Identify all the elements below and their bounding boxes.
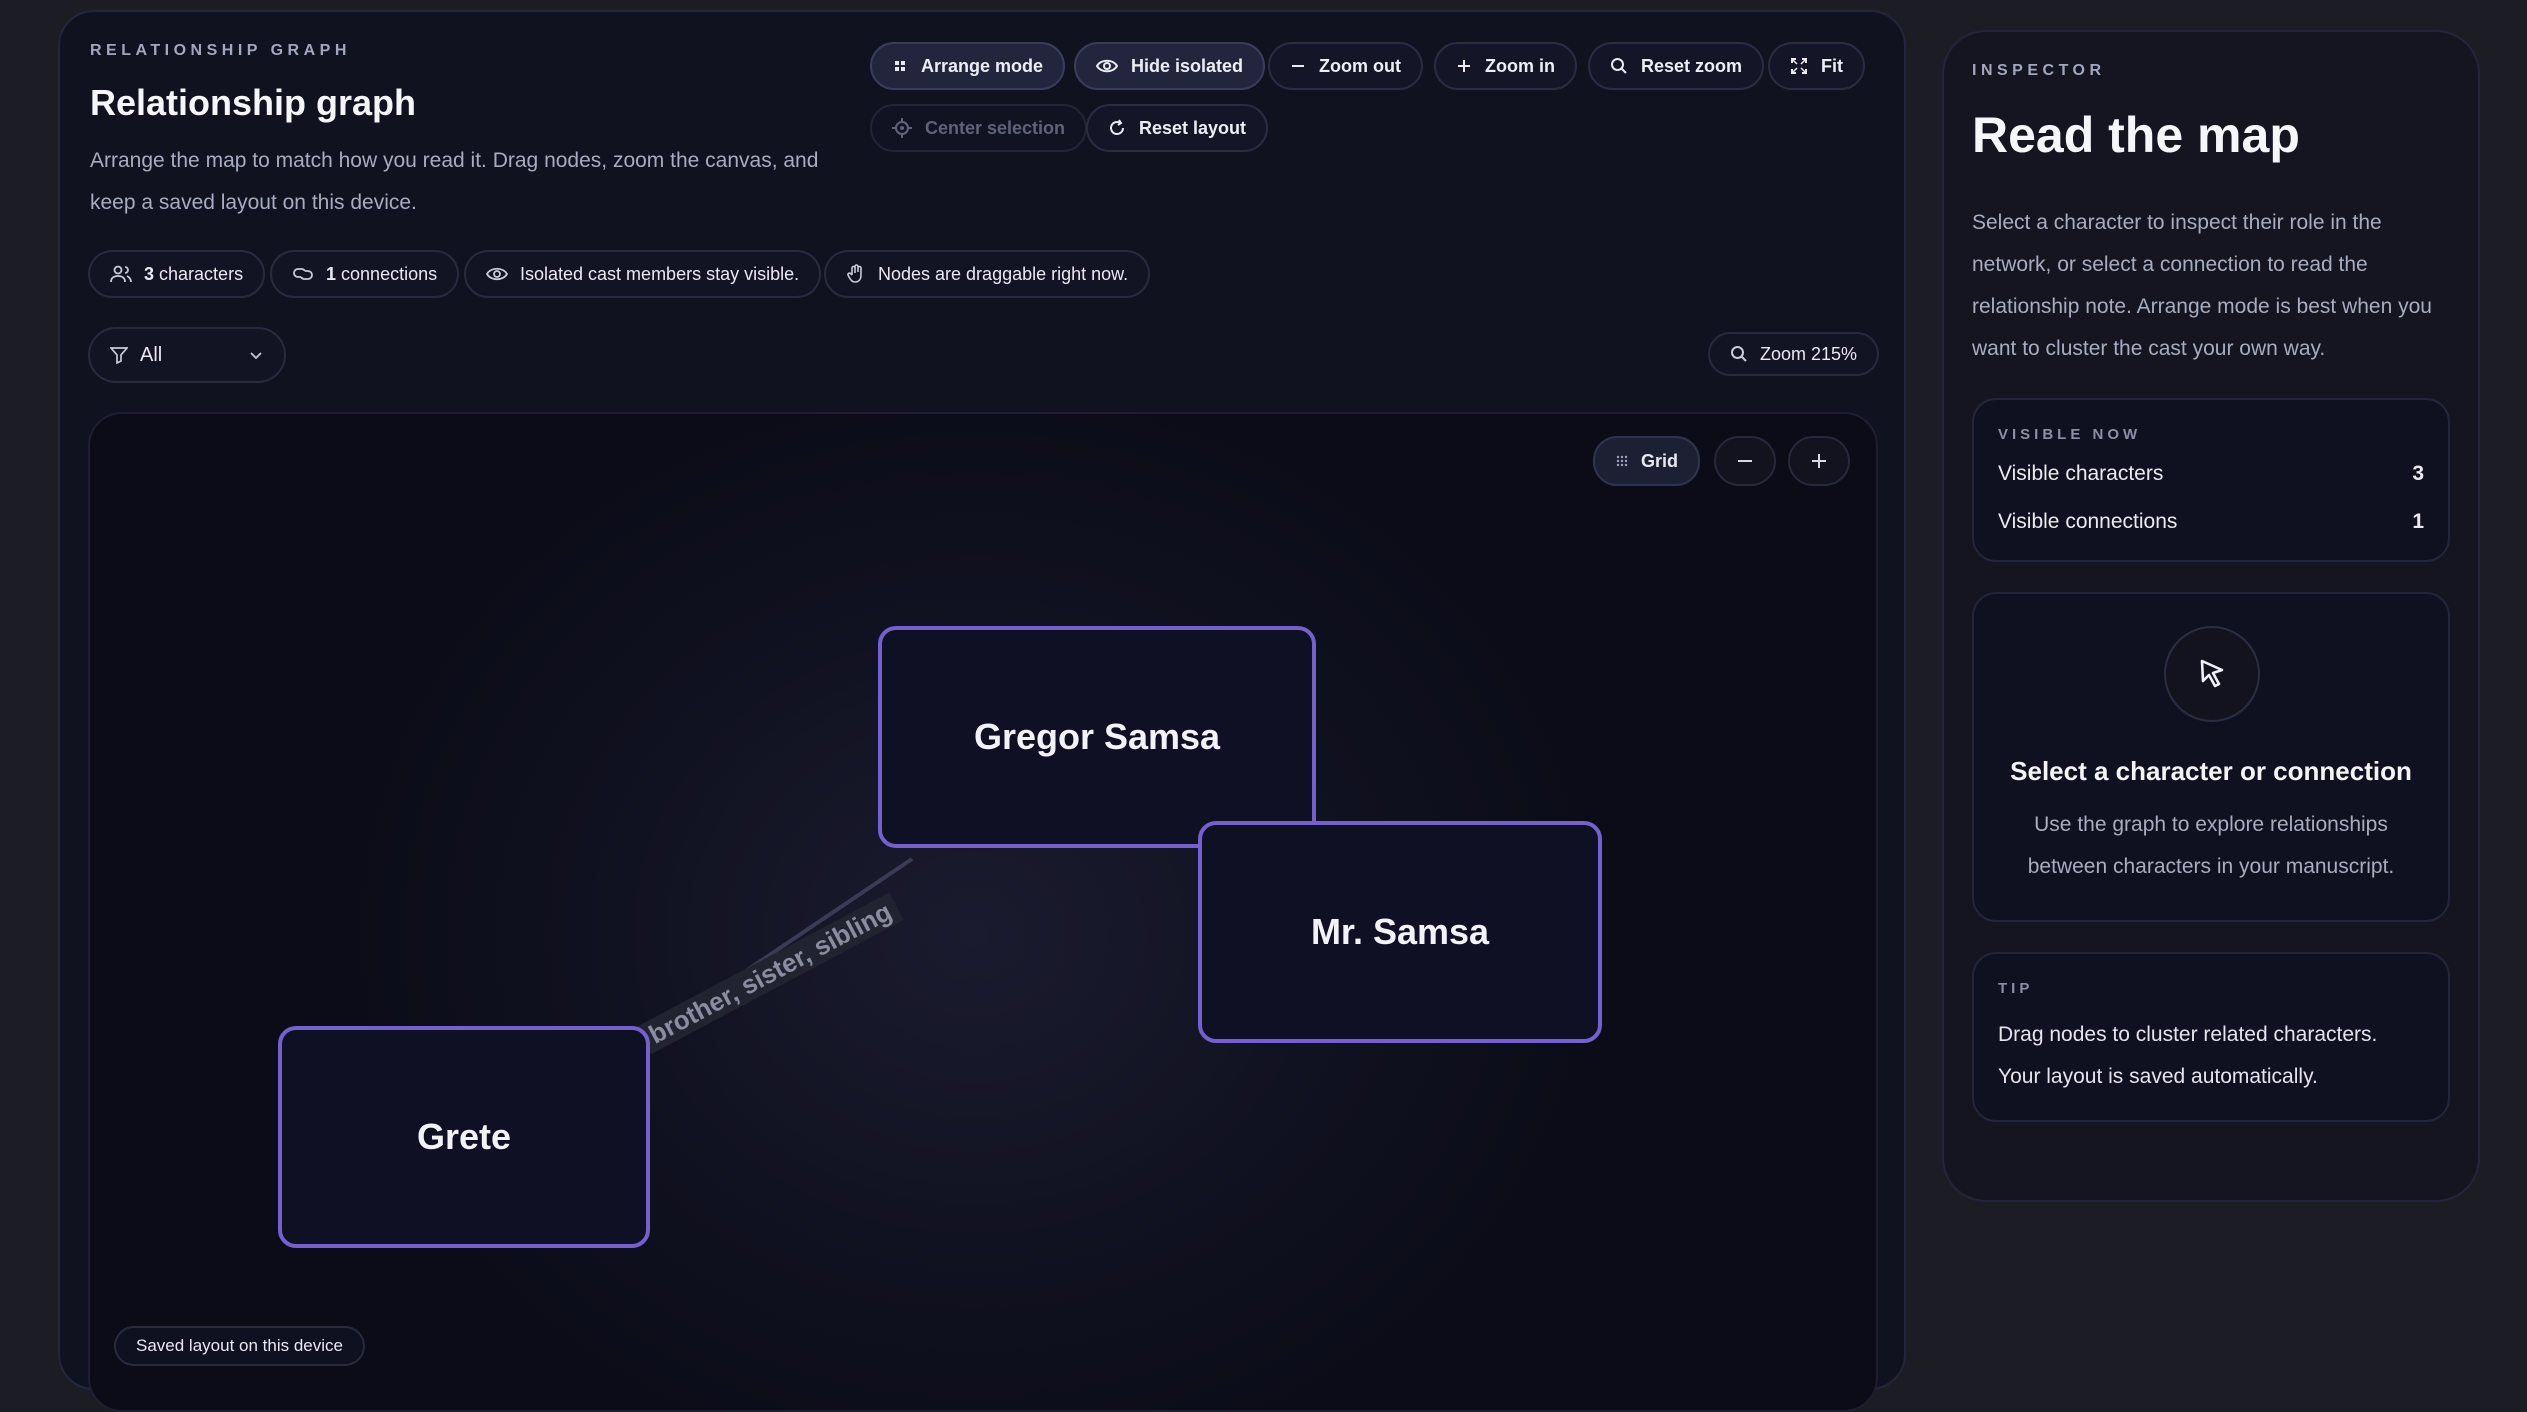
filter-dropdown[interactable]: All	[88, 327, 286, 383]
fit-button[interactable]: Fit	[1768, 42, 1865, 90]
filter-selected: All	[140, 343, 163, 366]
visible-now-card: VISIBLE NOW Visible characters 3 Visible…	[1972, 398, 2450, 562]
cursor-icon-wrap	[2164, 626, 2260, 722]
saved-layout-note: Saved layout on this device	[136, 1336, 343, 1355]
zoom-out-button[interactable]: Zoom out	[1268, 42, 1423, 90]
zoom-label: Zoom 215%	[1760, 343, 1858, 364]
page-title: Relationship graph	[90, 82, 417, 123]
draggable-note: Nodes are draggable right now.	[878, 263, 1129, 284]
empty-text: Use the graph to explore relationships b…	[2027, 813, 2395, 878]
center-selection-label: Center selection	[925, 117, 1066, 138]
graph-panel: RELATIONSHIP GRAPH Relationship graph Ar…	[58, 10, 1906, 1412]
visible-characters-row: Visible characters 3	[1998, 462, 2424, 486]
link-icon	[293, 268, 313, 280]
graph-canvas[interactable]: Grid brother, sister, sibling Gregor Sam…	[88, 412, 1878, 1412]
connections-count: 1	[326, 263, 337, 284]
cursor-icon	[2200, 659, 2224, 688]
inspector-panel: INSPECTOR Read the map Select a characte…	[1942, 30, 2480, 1202]
hide-isolated-label: Hide isolated	[1131, 55, 1244, 76]
minus-icon	[1292, 65, 1304, 67]
hide-isolated-button[interactable]: Hide isolated	[1074, 42, 1266, 90]
reset-zoom-button[interactable]: Reset zoom	[1588, 42, 1765, 90]
hand-icon	[847, 264, 862, 283]
connections-label: connections	[341, 263, 438, 284]
visible-characters-value: 3	[2412, 462, 2424, 485]
arrange-mode-label: Arrange mode	[921, 55, 1044, 76]
page-description: Arrange the map to match how you read it…	[90, 149, 819, 214]
zoom-out-label: Zoom out	[1319, 55, 1401, 76]
characters-count-pill: 3 characters	[88, 250, 266, 298]
inspector-title: Read the map	[1972, 107, 2300, 163]
empty-selection-card: Select a character or connection Use the…	[1972, 592, 2450, 922]
inspector-eyebrow: INSPECTOR	[1972, 62, 2106, 79]
tip-card: TIP Drag nodes to cluster related charac…	[1972, 952, 2450, 1122]
center-selection-button[interactable]: Center selection	[870, 104, 1088, 152]
edge-layer	[643, 857, 914, 1041]
section-eyebrow: RELATIONSHIP GRAPH	[90, 42, 351, 59]
characters-count: 3	[144, 263, 155, 284]
isolated-note: Isolated cast members stay visible.	[520, 263, 800, 284]
visible-characters-label: Visible characters	[1998, 462, 2164, 485]
node-mr-samsa[interactable]: Mr. Samsa	[1198, 821, 1602, 1043]
reset-zoom-label: Reset zoom	[1641, 55, 1743, 76]
zoom-in-label: Zoom in	[1485, 55, 1555, 76]
eye-icon	[486, 267, 508, 281]
filter-icon	[110, 347, 128, 364]
plus-icon	[1458, 60, 1470, 72]
draggable-note-pill: Nodes are draggable right now.	[824, 250, 1151, 298]
reset-layout-label: Reset layout	[1139, 117, 1247, 138]
node-gregor-samsa[interactable]: Gregor Samsa	[878, 626, 1316, 848]
reset-layout-button[interactable]: Reset layout	[1086, 104, 1269, 152]
tip-eyebrow: TIP	[1998, 980, 2034, 997]
empty-title: Select a character or connection	[2010, 756, 2412, 786]
arrange-mode-button[interactable]: Arrange mode	[870, 42, 1066, 90]
characters-label: characters	[159, 263, 244, 284]
visible-now-eyebrow: VISIBLE NOW	[1998, 426, 2142, 443]
visible-connections-value: 1	[2412, 510, 2424, 533]
expand-icon	[1791, 58, 1807, 74]
search-icon	[1731, 346, 1747, 362]
eye-icon	[1096, 59, 1118, 73]
refresh-icon	[1110, 119, 1124, 135]
fit-label: Fit	[1821, 55, 1843, 76]
visible-connections-row: Visible connections 1	[1998, 510, 2424, 534]
visible-connections-label: Visible connections	[1998, 510, 2178, 533]
tip-text: Drag nodes to cluster related characters…	[1998, 1023, 2378, 1088]
zoom-in-button[interactable]: Zoom in	[1434, 42, 1577, 90]
connections-count-pill: 1 connections	[270, 250, 460, 298]
inspector-description: Select a character to inspect their role…	[1972, 211, 2432, 360]
chevron-down-icon	[250, 352, 262, 360]
isolated-note-pill: Isolated cast members stay visible.	[464, 250, 822, 298]
crosshair-icon	[892, 118, 912, 138]
zoom-readout: Zoom 215%	[1708, 332, 1880, 376]
arrange-icon	[895, 61, 905, 71]
node-grete[interactable]: Grete	[278, 1026, 650, 1248]
users-icon	[110, 265, 132, 283]
search-icon	[1611, 58, 1627, 74]
saved-layout-badge: Saved layout on this device	[114, 1326, 365, 1366]
